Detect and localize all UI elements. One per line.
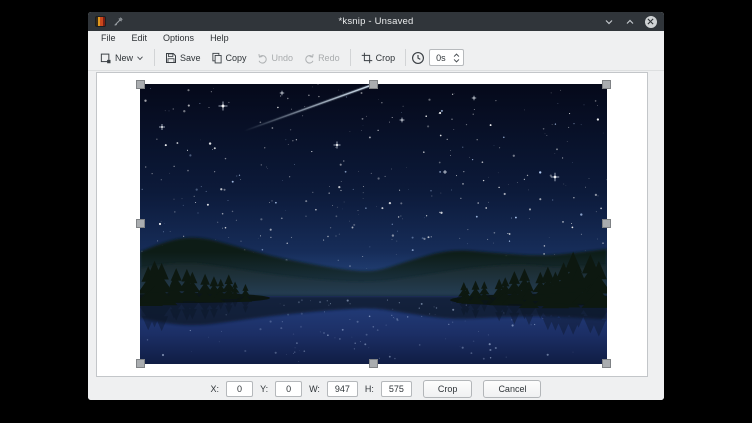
desktop-background: *ksnip - Unsaved File Edit Options xyxy=(0,0,752,423)
spin-down-icon[interactable] xyxy=(453,58,460,63)
new-button-label: New xyxy=(115,53,133,63)
copy-button[interactable]: Copy xyxy=(206,49,252,67)
menu-edit[interactable]: Edit xyxy=(124,31,156,45)
ksnip-app-icon xyxy=(95,16,106,27)
copy-button-label: Copy xyxy=(226,53,247,63)
window-title: *ksnip - Unsaved xyxy=(88,16,664,27)
menu-help[interactable]: Help xyxy=(202,31,237,45)
save-button[interactable]: Save xyxy=(160,49,206,67)
menubar: File Edit Options Help xyxy=(88,31,664,45)
cancel-button[interactable]: Cancel xyxy=(483,380,541,398)
toolbar-separator xyxy=(154,49,155,66)
toolbar: New Save Copy xyxy=(88,45,664,71)
undo-button[interactable]: Undo xyxy=(252,49,299,67)
new-screenshot-icon xyxy=(100,52,112,64)
crop-handle-mid-right[interactable] xyxy=(602,219,611,228)
crop-options-bar: X: Y: W: H: Crop Cancel xyxy=(88,377,664,400)
save-button-label: Save xyxy=(180,53,201,63)
new-button[interactable]: New xyxy=(95,49,149,67)
w-label: W: xyxy=(309,384,320,394)
crop-button-toolbar[interactable]: Crop xyxy=(356,49,401,67)
h-input[interactable] xyxy=(381,381,412,397)
crop-handle-mid-left[interactable] xyxy=(136,219,145,228)
chevron-up-icon xyxy=(624,16,636,28)
crop-handle-top-right[interactable] xyxy=(602,80,611,89)
delay-spinbox[interactable]: 0s xyxy=(429,49,464,66)
crop-handle-bottom-left[interactable] xyxy=(136,359,145,368)
w-input[interactable] xyxy=(327,381,358,397)
x-label: X: xyxy=(211,384,220,394)
chevron-down-icon xyxy=(136,54,144,62)
annotation-canvas[interactable] xyxy=(96,72,648,377)
undo-icon xyxy=(257,52,269,64)
y-input[interactable] xyxy=(275,381,302,397)
menu-options[interactable]: Options xyxy=(155,31,202,45)
toolbar-separator xyxy=(405,49,406,66)
titlebar[interactable]: *ksnip - Unsaved xyxy=(88,12,664,31)
delay-value: 0s xyxy=(436,53,448,63)
close-icon xyxy=(645,16,657,28)
crop-confirm-button[interactable]: Crop xyxy=(423,380,473,398)
pin-icon xyxy=(113,16,124,27)
clock-icon xyxy=(411,51,425,65)
x-input[interactable] xyxy=(226,381,253,397)
crop-handle-bottom-center[interactable] xyxy=(369,359,378,368)
redo-button[interactable]: Redo xyxy=(298,49,345,67)
chevron-down-icon xyxy=(603,16,615,28)
crop-handle-top-center[interactable] xyxy=(369,80,378,89)
copy-icon xyxy=(211,52,223,64)
y-label: Y: xyxy=(260,384,268,394)
redo-icon xyxy=(303,52,315,64)
toolbar-separator xyxy=(350,49,351,66)
close-button[interactable] xyxy=(644,15,657,28)
ksnip-window: *ksnip - Unsaved File Edit Options xyxy=(88,12,664,400)
redo-button-label: Redo xyxy=(318,53,340,63)
crop-handle-bottom-right[interactable] xyxy=(602,359,611,368)
night-sky-scene xyxy=(140,84,607,364)
crop-handle-top-left[interactable] xyxy=(136,80,145,89)
screenshot-image[interactable] xyxy=(140,84,607,364)
maximize-button[interactable] xyxy=(623,15,636,28)
save-icon xyxy=(165,52,177,64)
minimize-button[interactable] xyxy=(602,15,615,28)
h-label: H: xyxy=(365,384,374,394)
undo-button-label: Undo xyxy=(272,53,294,63)
menu-file[interactable]: File xyxy=(93,31,124,45)
crop-button-toolbar-label: Crop xyxy=(376,53,396,63)
crop-icon xyxy=(361,52,373,64)
